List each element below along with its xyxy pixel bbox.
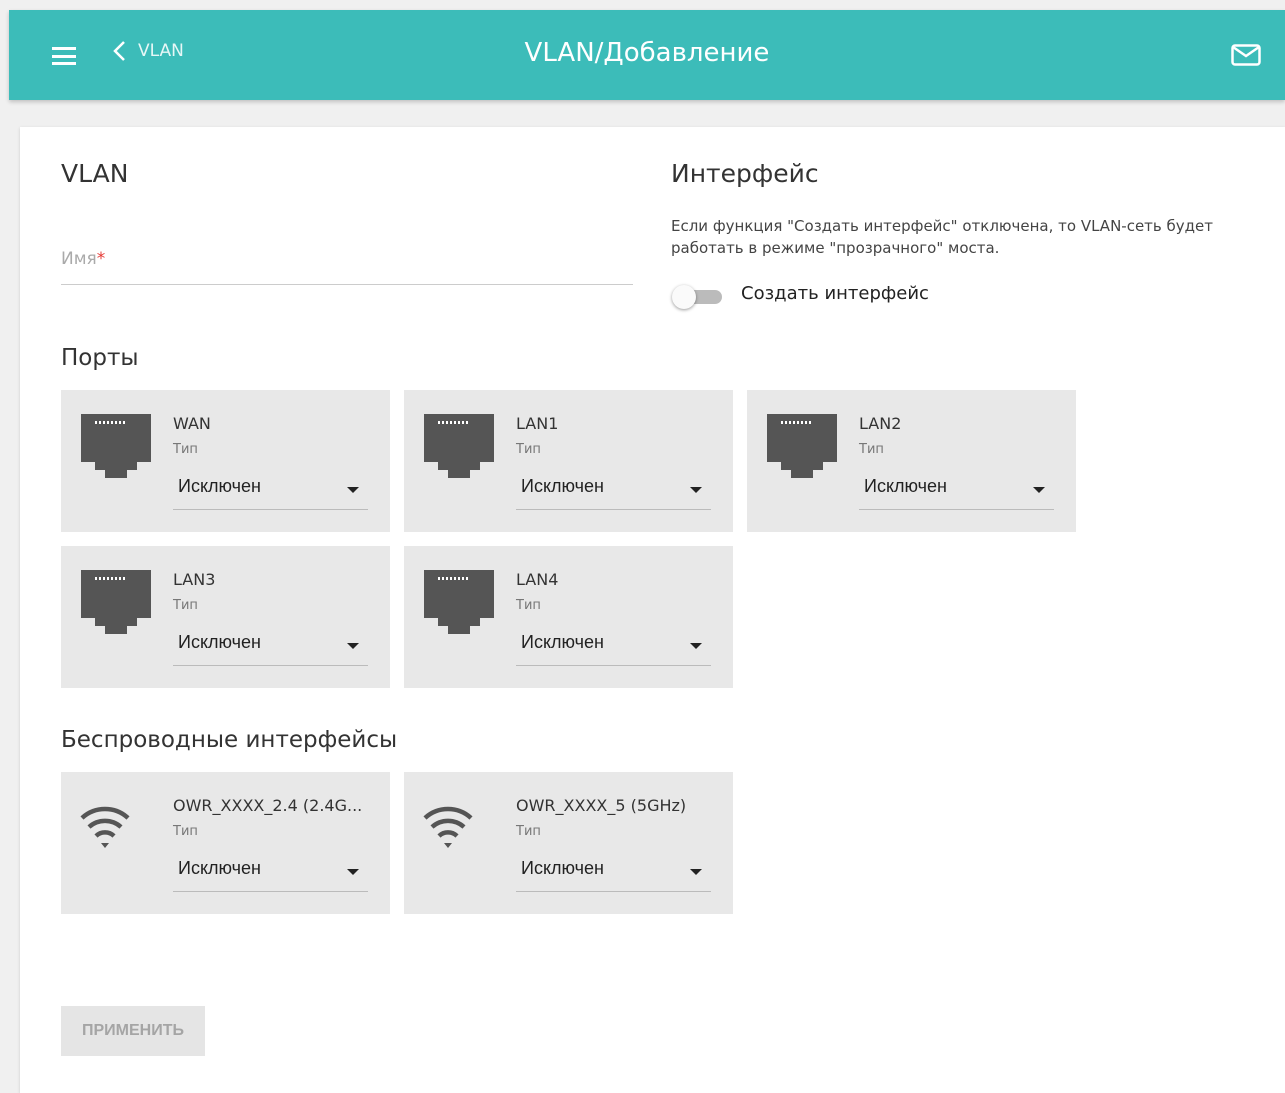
ethernet-port-icon bbox=[424, 570, 494, 634]
top-app-bar: VLAN VLAN/Добавление bbox=[9, 10, 1285, 100]
ethernet-port-icon bbox=[424, 414, 494, 478]
port-name: LAN2 bbox=[859, 414, 902, 433]
wifi-name: OWR_XXXX_2.4 (2.4G... bbox=[173, 796, 363, 815]
wifi-type-select[interactable]: Исключен bbox=[516, 854, 711, 892]
wifi-tile-5g: OWR_XXXX_5 (5GHz) Тип Исключен bbox=[404, 772, 733, 914]
wifi-name: OWR_XXXX_5 (5GHz) bbox=[516, 796, 687, 815]
mail-icon[interactable] bbox=[1231, 44, 1261, 66]
port-tile-lan2: LAN2 Тип Исключен bbox=[747, 390, 1076, 532]
dropdown-arrow-icon bbox=[347, 643, 359, 649]
ethernet-port-icon bbox=[81, 570, 151, 634]
page-title: VLAN/Добавление bbox=[524, 38, 770, 68]
ethernet-port-icon bbox=[767, 414, 837, 478]
port-type-select[interactable]: Исключен bbox=[516, 628, 711, 666]
port-type-label: Тип bbox=[173, 598, 198, 613]
create-interface-toggle[interactable] bbox=[672, 285, 724, 309]
wifi-type-label: Тип bbox=[173, 824, 198, 839]
port-type-select[interactable]: Исключен bbox=[859, 472, 1054, 510]
port-tile-lan3: LAN3 Тип Исключен bbox=[61, 546, 390, 688]
main-card: VLAN Имя* Интерфейс Если функция "Создат… bbox=[20, 127, 1285, 1093]
create-interface-label: Создать интерфейс bbox=[741, 283, 929, 304]
port-type-select[interactable]: Исключен bbox=[173, 472, 368, 510]
port-tile-wan: WAN Тип Исключен bbox=[61, 390, 390, 532]
port-name: WAN bbox=[173, 414, 211, 433]
dropdown-arrow-icon bbox=[347, 487, 359, 493]
dropdown-arrow-icon bbox=[1033, 487, 1045, 493]
wifi-type-select[interactable]: Исключен bbox=[173, 854, 368, 892]
port-type-label: Тип bbox=[516, 598, 541, 613]
port-type-select[interactable]: Исключен bbox=[173, 628, 368, 666]
wifi-tile-2g: OWR_XXXX_2.4 (2.4G... Тип Исключен bbox=[61, 772, 390, 914]
port-type-label: Тип bbox=[173, 442, 198, 457]
dropdown-arrow-icon bbox=[347, 869, 359, 875]
name-input[interactable] bbox=[61, 237, 633, 283]
apply-button[interactable]: ПРИМЕНИТЬ bbox=[61, 1006, 205, 1056]
ports-section-title: Порты bbox=[61, 345, 139, 371]
vlan-section-title: VLAN bbox=[61, 159, 129, 188]
wifi-type-label: Тип bbox=[516, 824, 541, 839]
wireless-section-title: Беспроводные интерфейсы bbox=[61, 727, 398, 753]
name-field[interactable]: Имя* bbox=[61, 237, 633, 285]
interface-hint: Если функция "Создать интерфейс" отключе… bbox=[671, 217, 1213, 257]
port-type-label: Тип bbox=[516, 442, 541, 457]
port-name: LAN1 bbox=[516, 414, 559, 433]
dropdown-arrow-icon bbox=[690, 869, 702, 875]
port-name: LAN3 bbox=[173, 570, 216, 589]
ethernet-port-icon bbox=[81, 414, 151, 478]
wifi-icon bbox=[80, 806, 130, 848]
dropdown-arrow-icon bbox=[690, 643, 702, 649]
port-name: LAN4 bbox=[516, 570, 559, 589]
port-type-label: Тип bbox=[859, 442, 884, 457]
port-tile-lan1: LAN1 Тип Исключен bbox=[404, 390, 733, 532]
port-type-select[interactable]: Исключен bbox=[516, 472, 711, 510]
dropdown-arrow-icon bbox=[690, 487, 702, 493]
port-tile-lan4: LAN4 Тип Исключен bbox=[404, 546, 733, 688]
wifi-icon bbox=[423, 806, 473, 848]
interface-section-title: Интерфейс bbox=[671, 159, 819, 188]
